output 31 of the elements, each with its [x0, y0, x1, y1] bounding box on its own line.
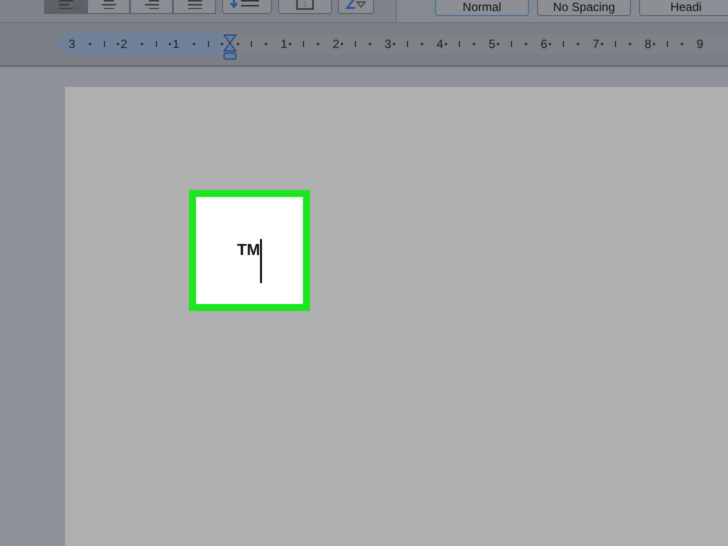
style-option[interactable]: No Spacing: [537, 0, 631, 16]
indent-marker-icon: [223, 34, 237, 60]
align-button[interactable]: [173, 0, 216, 14]
style-option[interactable]: Headi: [639, 0, 728, 16]
align-icon: [100, 0, 116, 9]
ruler-number: 1: [172, 37, 180, 51]
ruler-number: 2: [332, 37, 340, 51]
style-icon: [345, 0, 367, 10]
ruler-number: 7: [592, 37, 600, 51]
text-cursor: [260, 238, 262, 282]
borders-icon: [296, 0, 314, 10]
ruler-number: 3: [384, 37, 392, 51]
ruler-number: 8: [644, 37, 652, 51]
ruler-number: 5: [488, 37, 496, 51]
align-icon: [58, 0, 74, 9]
ruler-number: 4: [436, 37, 444, 51]
borders-button[interactable]: [278, 0, 332, 14]
align-button[interactable]: [130, 0, 173, 14]
style-button[interactable]: [338, 0, 374, 14]
align-button[interactable]: [44, 0, 87, 14]
align-button[interactable]: [87, 0, 130, 14]
ruler-number: 6: [540, 37, 548, 51]
ruler-number: 2: [120, 37, 128, 51]
line-spacing-button[interactable]: [222, 0, 272, 14]
align-icon: [144, 0, 160, 9]
align-icon: [186, 0, 202, 9]
ruler-number: 3: [68, 37, 76, 51]
trademark-text: TM: [236, 242, 260, 260]
style-option[interactable]: Normal: [435, 0, 529, 16]
ruler-number: 9: [696, 37, 704, 51]
ruler-number: 1: [280, 37, 288, 51]
